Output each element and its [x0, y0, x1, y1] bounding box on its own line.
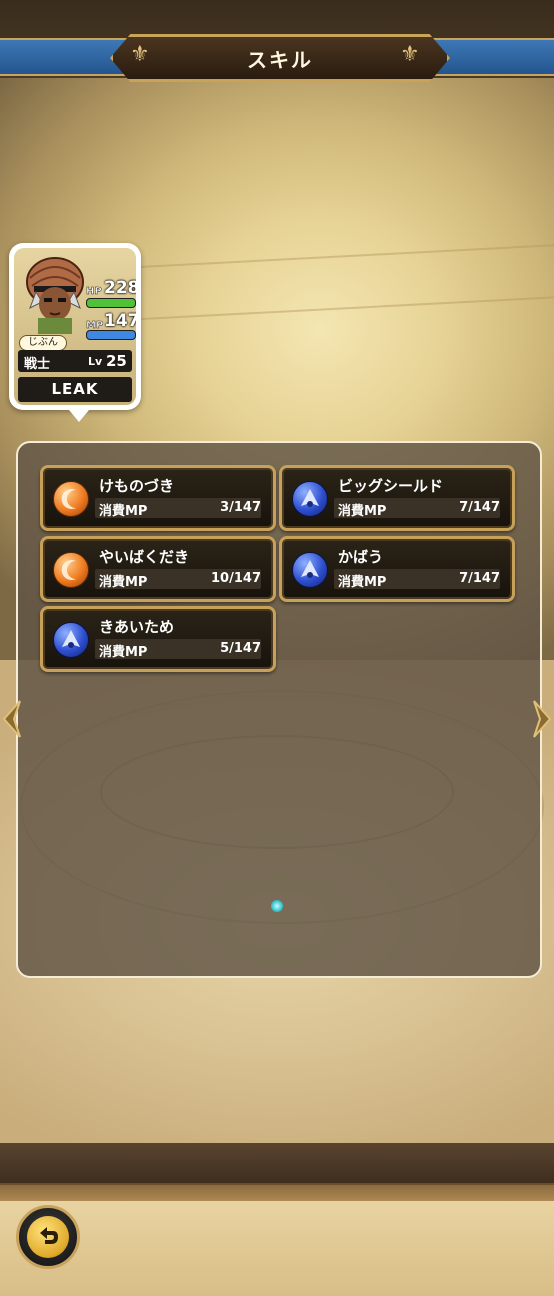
- fleur-right-icon: ⚜: [400, 42, 420, 67]
- skill-button-kemonozuki[interactable]: けものづき 消費MP 3/147: [40, 465, 276, 531]
- skill-cost-value: 7/147: [459, 571, 500, 586]
- bottom-area: [0, 1201, 554, 1296]
- back-arrow-icon: [27, 1216, 69, 1258]
- skill-button-big-shield[interactable]: ビッグシールド 消費MP 7/147: [279, 465, 515, 531]
- skill-cost-label: 消費MP: [338, 504, 387, 519]
- self-tag: じぶん: [19, 335, 67, 351]
- mp-value: 147: [104, 311, 136, 331]
- skill-cost-value: 10/147: [211, 571, 261, 586]
- tap-cursor-indicator: [271, 900, 283, 912]
- mp-bar: [86, 330, 136, 340]
- character-name: LEAK: [18, 377, 132, 402]
- skill-button-kiaitame[interactable]: きあいため 消費MP 5/147: [40, 606, 276, 672]
- skill-cost-value: 3/147: [220, 500, 261, 515]
- hp-bar: [86, 298, 136, 308]
- hp-label: HP: [86, 286, 102, 298]
- skill-cost-value: 5/147: [220, 641, 261, 656]
- level-value: 25: [106, 352, 127, 370]
- back-button[interactable]: [16, 1205, 80, 1269]
- skill-name: けものづき: [99, 477, 175, 495]
- blue-shield-icon: [53, 622, 89, 658]
- skill-cost-value: 7/147: [459, 500, 500, 515]
- arrow-right-icon[interactable]: [530, 697, 554, 741]
- skill-cost-label: 消費MP: [99, 504, 148, 519]
- title-plate: スキル: [110, 34, 450, 82]
- blue-shield-icon: [292, 481, 328, 517]
- skill-cost-label: 消費MP: [338, 575, 387, 590]
- orange-crescent-icon: [53, 481, 89, 517]
- character-card[interactable]: HP 228 MP 147 じぶん 戦士 Lv 25 LEAK: [9, 243, 141, 422]
- orange-crescent-icon: [53, 552, 89, 588]
- blue-shield-icon: [292, 552, 328, 588]
- fleur-left-icon: ⚜: [130, 42, 150, 67]
- class-name: 戦士: [24, 357, 51, 372]
- skill-name: やいばくだき: [99, 548, 190, 566]
- character-avatar: [26, 257, 84, 334]
- skill-button-kabau[interactable]: かばう 消費MP 7/147: [279, 536, 515, 602]
- bottom-dark-band: [0, 1143, 554, 1183]
- level-prefix: Lv: [88, 355, 103, 368]
- skill-button-yaibakudaki[interactable]: やいばくだき 消費MP 10/147: [40, 536, 276, 602]
- skill-name: ビッグシールド: [338, 477, 444, 495]
- hp-value: 228: [104, 278, 136, 298]
- skill-name: きあいため: [99, 618, 175, 636]
- page-title: スキル: [247, 47, 313, 72]
- class-level-row: 戦士 Lv 25: [18, 350, 132, 372]
- skill-cost-label: 消費MP: [99, 645, 148, 660]
- skill-name: かばう: [338, 548, 384, 566]
- arrow-left-icon[interactable]: [0, 697, 24, 741]
- character-card-inner: HP 228 MP 147 じぶん 戦士 Lv 25 LEAK: [14, 248, 136, 405]
- skill-cost-label: 消費MP: [99, 575, 148, 590]
